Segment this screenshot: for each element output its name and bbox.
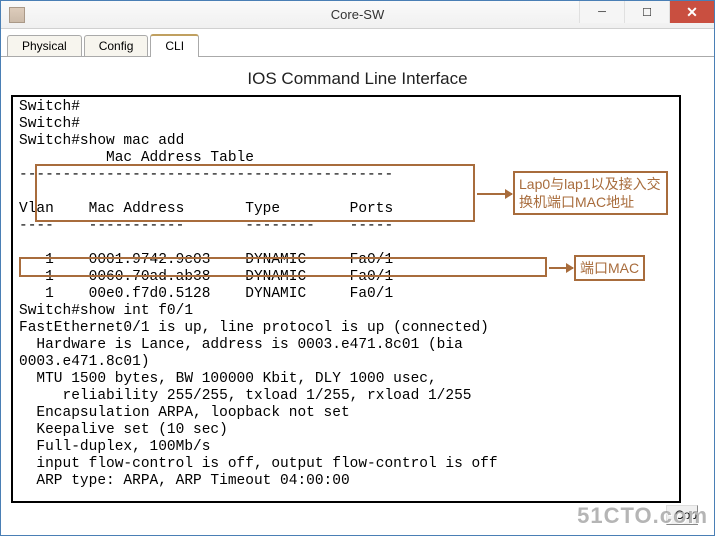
annotation-label-2: 端口MAC — [574, 255, 645, 281]
close-button[interactable]: ✕ — [669, 1, 714, 23]
cli-title: IOS Command Line Interface — [11, 65, 704, 95]
annotation-label-1: Lap0与lap1以及接入交换机端口MAC地址 — [513, 171, 668, 215]
window-controls: ─ ☐ ✕ — [579, 1, 714, 23]
cli-panel: IOS Command Line Interface Switch# Switc… — [1, 57, 714, 507]
terminal-output[interactable]: Switch# Switch# Switch#show mac add Mac … — [11, 95, 681, 503]
tab-physical[interactable]: Physical — [7, 35, 82, 56]
titlebar[interactable]: Core-SW ─ ☐ ✕ — [1, 1, 714, 29]
tab-bar: Physical Config CLI — [1, 29, 714, 57]
app-window: Core-SW ─ ☐ ✕ Physical Config CLI IOS Co… — [0, 0, 715, 536]
minimize-button[interactable]: ─ — [579, 1, 624, 23]
tab-cli[interactable]: CLI — [150, 34, 199, 57]
arrow-icon — [477, 193, 512, 195]
annotation-box-hardware — [19, 257, 547, 277]
watermark: 51CTO.com — [577, 503, 708, 529]
annotation-box-mactable — [35, 164, 475, 222]
tab-config[interactable]: Config — [84, 35, 149, 56]
maximize-button[interactable]: ☐ — [624, 1, 669, 23]
arrow-icon — [549, 267, 573, 269]
app-icon — [9, 7, 25, 23]
